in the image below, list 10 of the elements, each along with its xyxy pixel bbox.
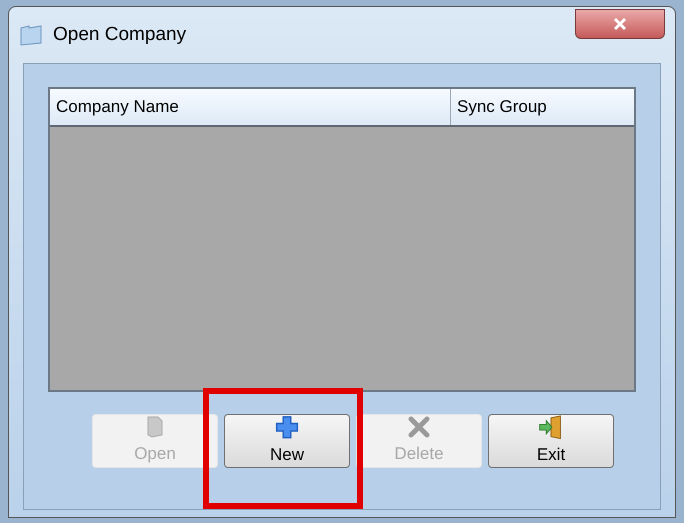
column-header[interactable]: Sync Group xyxy=(451,89,634,125)
plus-icon xyxy=(274,415,300,440)
cross-icon xyxy=(407,415,431,440)
close-button[interactable] xyxy=(575,9,665,39)
close-icon xyxy=(612,17,628,31)
new-button[interactable]: New xyxy=(224,414,350,468)
exit-button[interactable]: Exit xyxy=(488,414,614,468)
window-title: Open Company xyxy=(53,22,186,47)
column-header[interactable]: Company Name xyxy=(50,89,451,125)
door-icon xyxy=(146,415,164,440)
